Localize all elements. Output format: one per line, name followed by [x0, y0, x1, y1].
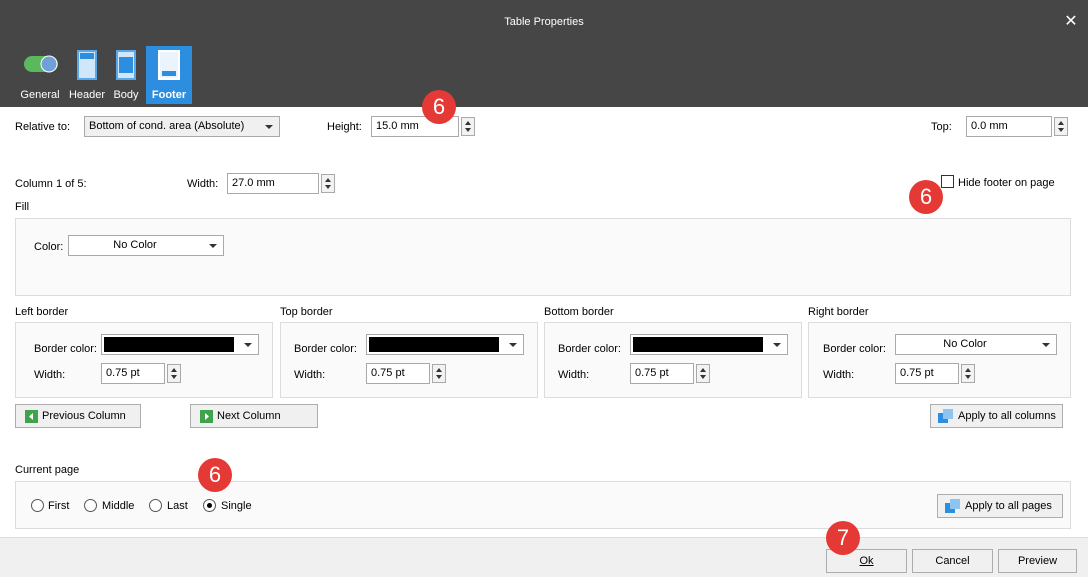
radio-last-label: Last: [167, 500, 188, 512]
left-border-width-label: Width:: [34, 369, 66, 381]
chevron-down-icon: [509, 343, 517, 347]
radio-middle[interactable]: [84, 499, 97, 512]
color-swatch: [104, 337, 234, 352]
relative-to-value: Bottom of cond. area (Absolute): [89, 120, 245, 132]
bottom-border-color-label: Border color:: [558, 343, 621, 355]
next-column-label: Next Column: [217, 410, 281, 422]
chevron-down-icon: [244, 343, 252, 347]
fill-color-dropdown[interactable]: No Color: [68, 235, 224, 256]
right-border-width-input[interactable]: 0.75 pt: [895, 363, 959, 384]
top-label: Top:: [931, 121, 952, 133]
tab-header[interactable]: Header: [67, 46, 107, 104]
color-swatch: [369, 337, 499, 352]
chevron-down-icon: [265, 125, 273, 129]
arrow-left-icon: [25, 410, 38, 423]
fill-panel: [15, 218, 1071, 296]
top-border-title: Top border: [280, 306, 333, 318]
chevron-down-icon: [773, 343, 781, 347]
cancel-button[interactable]: Cancel: [912, 549, 993, 573]
right-border-width-stepper[interactable]: [961, 364, 975, 383]
previous-column-label: Previous Column: [42, 410, 126, 422]
ok-label: Ok: [859, 555, 874, 567]
radio-first-label: First: [48, 500, 70, 512]
preview-button[interactable]: Preview: [998, 549, 1077, 573]
tab-general[interactable]: General: [14, 46, 66, 104]
top-border-color-dropdown[interactable]: [366, 334, 524, 355]
radio-last[interactable]: [149, 499, 162, 512]
radio-middle-label: Middle: [102, 500, 135, 512]
left-border-width-input[interactable]: 0.75 pt: [101, 363, 165, 384]
next-column-button[interactable]: Next Column: [190, 404, 318, 428]
toggle-icon: [24, 55, 58, 73]
height-stepper[interactable]: [461, 117, 475, 136]
window-title: Table Properties: [504, 16, 584, 28]
height-label: Height:: [327, 121, 362, 133]
left-border-color-dropdown[interactable]: [101, 334, 259, 355]
right-border-width-label: Width:: [823, 369, 855, 381]
header-icon: [77, 50, 97, 80]
top-input[interactable]: 0.0 mm: [966, 116, 1052, 137]
column-width-input[interactable]: 27.0 mm: [227, 173, 319, 194]
right-border-color-dropdown[interactable]: No Color: [895, 334, 1057, 355]
hide-footer-checkbox[interactable]: [941, 175, 954, 188]
apply-to-all-pages-label: Apply to all pages: [965, 500, 1052, 512]
fill-title: Fill: [15, 201, 30, 213]
tab-header-label: Header: [68, 89, 106, 101]
bottom-border-width-stepper[interactable]: [696, 364, 710, 383]
bottom-border-width-input[interactable]: 0.75 pt: [630, 363, 694, 384]
tab-body[interactable]: Body: [108, 46, 144, 104]
tab-general-label: General: [20, 89, 60, 101]
fill-color-value: No Color: [113, 239, 157, 251]
step-badge-hide-footer: 6: [909, 180, 943, 214]
current-page-title: Current page: [15, 464, 80, 476]
relative-to-dropdown[interactable]: Bottom of cond. area (Absolute): [84, 116, 280, 137]
hide-footer-label: Hide footer on page: [958, 177, 1055, 189]
preview-label: Preview: [1017, 555, 1058, 567]
right-border-color-label: Border color:: [823, 343, 886, 355]
left-border-width-stepper[interactable]: [167, 364, 181, 383]
radio-first[interactable]: [31, 499, 44, 512]
tab-footer[interactable]: Footer: [146, 46, 192, 104]
step-badge-height: 6: [422, 90, 456, 124]
bottom-border-color-dropdown[interactable]: [630, 334, 788, 355]
apply-columns-icon: [938, 409, 953, 423]
chevron-down-icon: [1042, 343, 1050, 347]
apply-pages-icon: [945, 499, 960, 513]
apply-to-all-columns-button[interactable]: Apply to all columns: [930, 404, 1063, 428]
color-swatch: [633, 337, 763, 352]
bottom-border-title: Bottom border: [544, 306, 614, 318]
tab-footer-label: Footer: [151, 89, 187, 101]
previous-column-button[interactable]: Previous Column: [15, 404, 141, 428]
apply-to-all-pages-button[interactable]: Apply to all pages: [937, 494, 1063, 518]
bottom-border-width-label: Width:: [558, 369, 590, 381]
step-badge-current-page: 6: [198, 458, 232, 492]
tab-body-label: Body: [113, 89, 139, 101]
close-icon[interactable]: ✕: [1061, 12, 1081, 32]
relative-to-label: Relative to:: [15, 121, 71, 133]
footer-icon: [158, 50, 180, 80]
top-border-width-input[interactable]: 0.75 pt: [366, 363, 430, 384]
radio-single[interactable]: [203, 499, 216, 512]
cancel-label: Cancel: [935, 555, 970, 567]
chevron-down-icon: [209, 244, 217, 248]
left-border-color-label: Border color:: [34, 343, 97, 355]
right-border-color-value: No Color: [943, 338, 987, 350]
top-stepper[interactable]: [1054, 117, 1068, 136]
top-border-width-label: Width:: [294, 369, 326, 381]
arrow-right-icon: [200, 410, 213, 423]
column-label: Column 1 of 5:: [15, 178, 87, 190]
right-border-title: Right border: [808, 306, 869, 318]
left-border-title: Left border: [15, 306, 69, 318]
top-border-color-label: Border color:: [294, 343, 357, 355]
step-badge-ok: 7: [826, 521, 860, 555]
radio-single-label: Single: [221, 500, 252, 512]
fill-color-label: Color:: [34, 241, 64, 253]
body-icon: [116, 50, 136, 80]
apply-to-all-columns-label: Apply to all columns: [958, 410, 1056, 422]
top-border-width-stepper[interactable]: [432, 364, 446, 383]
column-width-stepper[interactable]: [321, 174, 335, 193]
column-width-label: Width:: [187, 178, 219, 190]
